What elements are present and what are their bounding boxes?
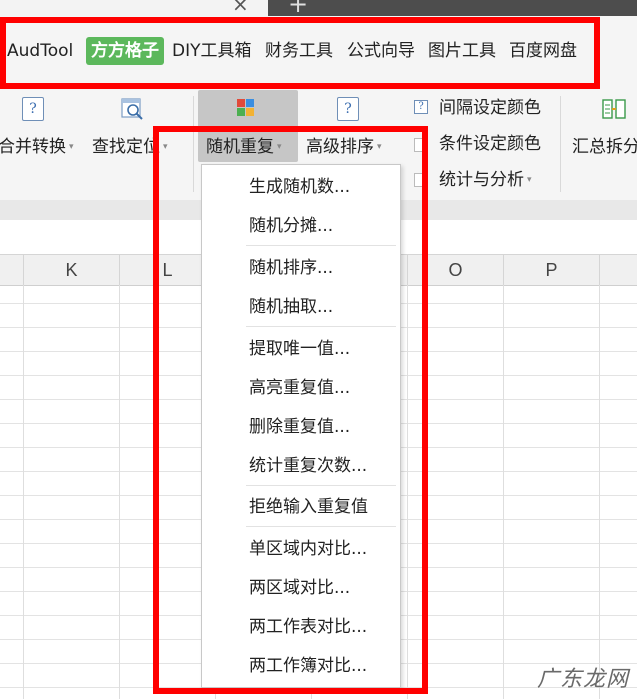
watermark-logo: 广东龙网 [536,667,629,692]
magnifier-icon [121,98,143,120]
conditional-color-button[interactable]: 条件设定颜色 [439,132,541,156]
summary-split-button[interactable]: 汇总拆分 [572,135,637,159]
close-icon[interactable]: × [232,0,249,14]
summary-split-icon [602,99,626,119]
window-tab-strip [0,0,637,16]
find-locate-label: 查找定位 [92,137,160,157]
help-icon: ? [414,100,428,114]
stats-analysis-label: 统计与分析 [439,170,524,190]
column-header-k[interactable]: K [24,255,120,285]
add-tab-icon[interactable]: + [288,0,308,16]
merge-convert-button[interactable]: 合并转换 ▾ [0,135,74,159]
chevron-down-icon: ▾ [69,142,74,152]
help-icon: ? [337,97,359,121]
stats-analysis-button[interactable]: 统计与分析 ▾ [439,168,532,192]
help-icon: ? [22,97,44,121]
highlight-box-tabs [0,17,600,89]
chevron-down-icon: ▾ [527,175,532,185]
merge-convert-label: 合并转换 [0,137,66,157]
interval-color-button[interactable]: 间隔设定颜色 [439,96,541,120]
tab-strip-background [268,0,637,16]
ribbon-divider [560,96,561,192]
highlight-box-menu [153,126,428,694]
column-header-partial[interactable] [600,255,637,285]
color-grid-icon [237,99,254,116]
column-header-partial[interactable] [0,255,24,285]
column-header-p[interactable]: P [504,255,600,285]
active-window-tab[interactable] [0,0,268,16]
